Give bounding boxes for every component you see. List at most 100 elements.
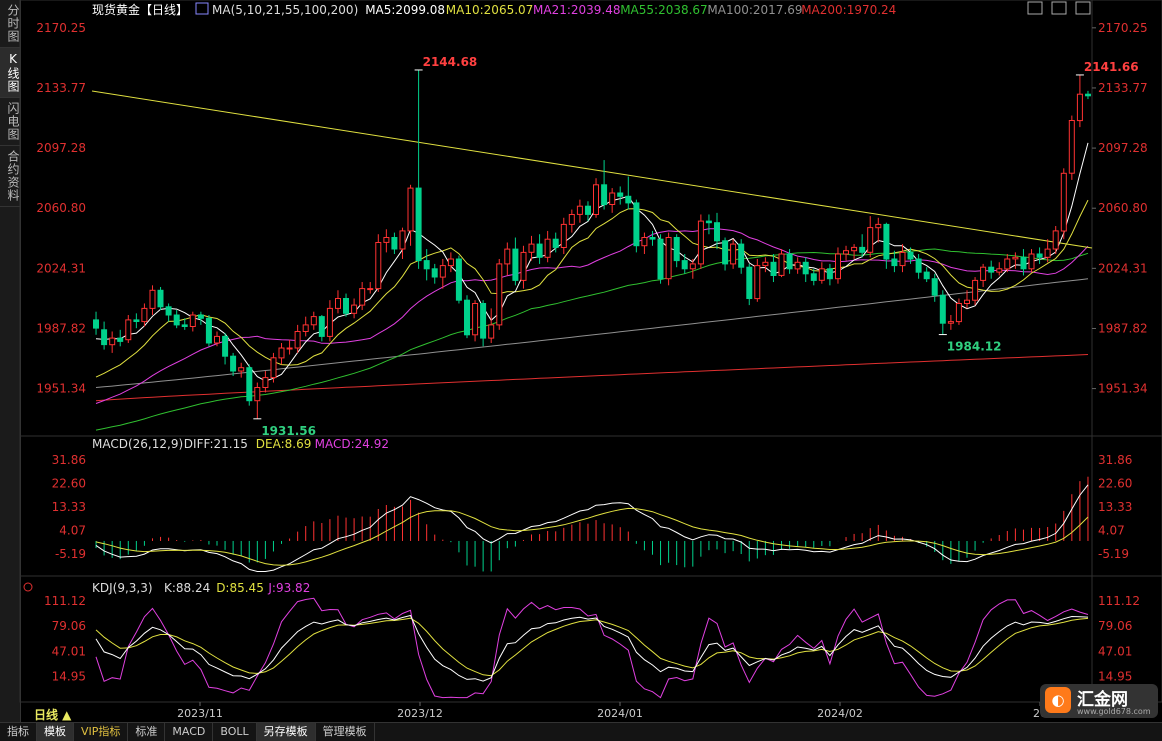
candle-body [714,222,720,242]
candle-body [552,238,559,248]
main-ytick-right-1: 2133.77 [1098,81,1148,95]
main-ytick-left-0: 2170.25 [36,21,86,35]
candle-body [576,205,583,215]
kline-chart[interactable]: 现货黄金【日线】 MA(5,10,21,55,100,200) MA5:2099.0… [0,0,1162,722]
window-button-1 [1051,1,1067,15]
candle-body [197,314,204,319]
candle-body [536,243,543,258]
candle-body [109,337,116,346]
tab-macd[interactable]: MACD [165,723,214,741]
date-tick-2: 2024/01 [597,707,643,720]
low-label: 1931.56 [261,424,316,438]
candle-body [722,240,729,265]
candle-body [657,238,664,280]
candle-body [964,299,970,305]
candle-body [326,307,333,337]
main-ytick-right-6: 1951.34 [1098,382,1148,396]
kdj-ytick-right-0: 111.12 [1098,594,1140,608]
candle-body [262,377,269,389]
macd-dea-line [95,507,1089,566]
candle-body [705,220,712,224]
candle-body [738,243,745,268]
candle-body [141,307,148,323]
ma-legend-4: MA55:2038.67 [620,3,708,17]
period-selector[interactable]: 日线 ▲ [34,706,71,723]
candle-body [447,258,454,267]
candle-body [254,387,261,402]
candle-body [294,331,301,349]
candle-body [157,289,164,308]
candle-body [625,195,632,204]
kdj-ytick-left-2: 47.01 [52,644,86,658]
main-ytick-right-0: 2170.25 [1098,21,1148,35]
candle-body [1044,248,1051,258]
macd-ytick-left-0: 31.86 [52,453,86,467]
candle-body [875,223,882,229]
candle-body [302,324,309,332]
low2-label: 1984.12 [947,340,1002,354]
candle-body [980,266,987,281]
date-tick-3: 2024/02 [817,707,863,720]
window-button-2 [1075,1,1091,15]
candle-body [826,268,833,280]
candle-body [286,347,293,350]
kdj-ytick-right-3: 14.95 [1098,669,1132,683]
candle-body [996,268,1003,273]
macd-legend-2: DEA:8.69 [256,437,312,451]
candle-body [439,265,446,278]
candle-body [915,258,922,273]
candle-body [270,357,277,379]
chart-type-icon [195,2,209,15]
candle-body [931,278,938,296]
tab-vip-indicator[interactable]: VIP指标 [74,723,129,741]
ma10-line [95,199,1089,378]
main-ytick-left-4: 2024.31 [36,261,86,275]
date-tick-0: 2023/11 [177,707,223,720]
candle-body [593,184,599,216]
candle-body [520,251,527,281]
chart-title: 现货黄金【日线】 [92,2,188,17]
tab-boll[interactable]: BOLL [213,723,257,741]
main-ytick-left-6: 1951.34 [36,382,86,396]
macd-panel-frame [19,435,1162,577]
macd-diff-line [95,484,1089,572]
candle-body [391,237,398,250]
candle-body [649,237,656,240]
tab-save-template[interactable]: 另存模板 [256,723,316,741]
candle-body [851,246,858,252]
candle-body [367,288,374,291]
tab-standard[interactable]: 标准 [128,723,166,741]
candle-body [189,314,196,327]
macd-ytick-left-4: -5.19 [55,547,86,561]
main-ytick-right-5: 1987.82 [1098,321,1148,335]
candle-body [423,260,430,270]
candle-body [528,243,535,253]
macd-ytick-right-1: 22.60 [1098,477,1132,491]
candle-body [246,367,253,402]
candle-body [359,288,366,306]
candle-body [1020,256,1027,270]
tab-indicator[interactable]: 指标 [0,723,37,741]
candle-body [181,324,188,327]
candle-body [512,248,519,281]
candle-body [222,335,229,357]
high2-label: 2141.66 [1084,60,1139,74]
logo-text: 汇金网 [1077,689,1128,710]
candle-body [568,214,575,225]
kdj-ytick-right-2: 47.01 [1098,644,1132,658]
main-ytick-left-5: 1987.82 [36,321,86,335]
candle-body [496,263,503,326]
tab-manage-template[interactable]: 管理模板 [316,723,375,741]
candle-body [335,298,341,309]
ma21-line [95,228,1089,404]
candle-body [504,248,511,265]
candle-body [835,253,841,280]
high-label: 2144.68 [423,55,478,69]
candle-body [214,335,220,344]
tab-template[interactable]: 模板 [37,723,74,741]
main-panel-frame [19,0,1162,437]
ma-legend-0: MA(5,10,21,55,100,200) [212,3,358,17]
macd-ytick-right-2: 13.33 [1098,500,1132,514]
kdj-ytick-left-1: 79.06 [52,619,86,633]
candle-body [697,220,704,265]
